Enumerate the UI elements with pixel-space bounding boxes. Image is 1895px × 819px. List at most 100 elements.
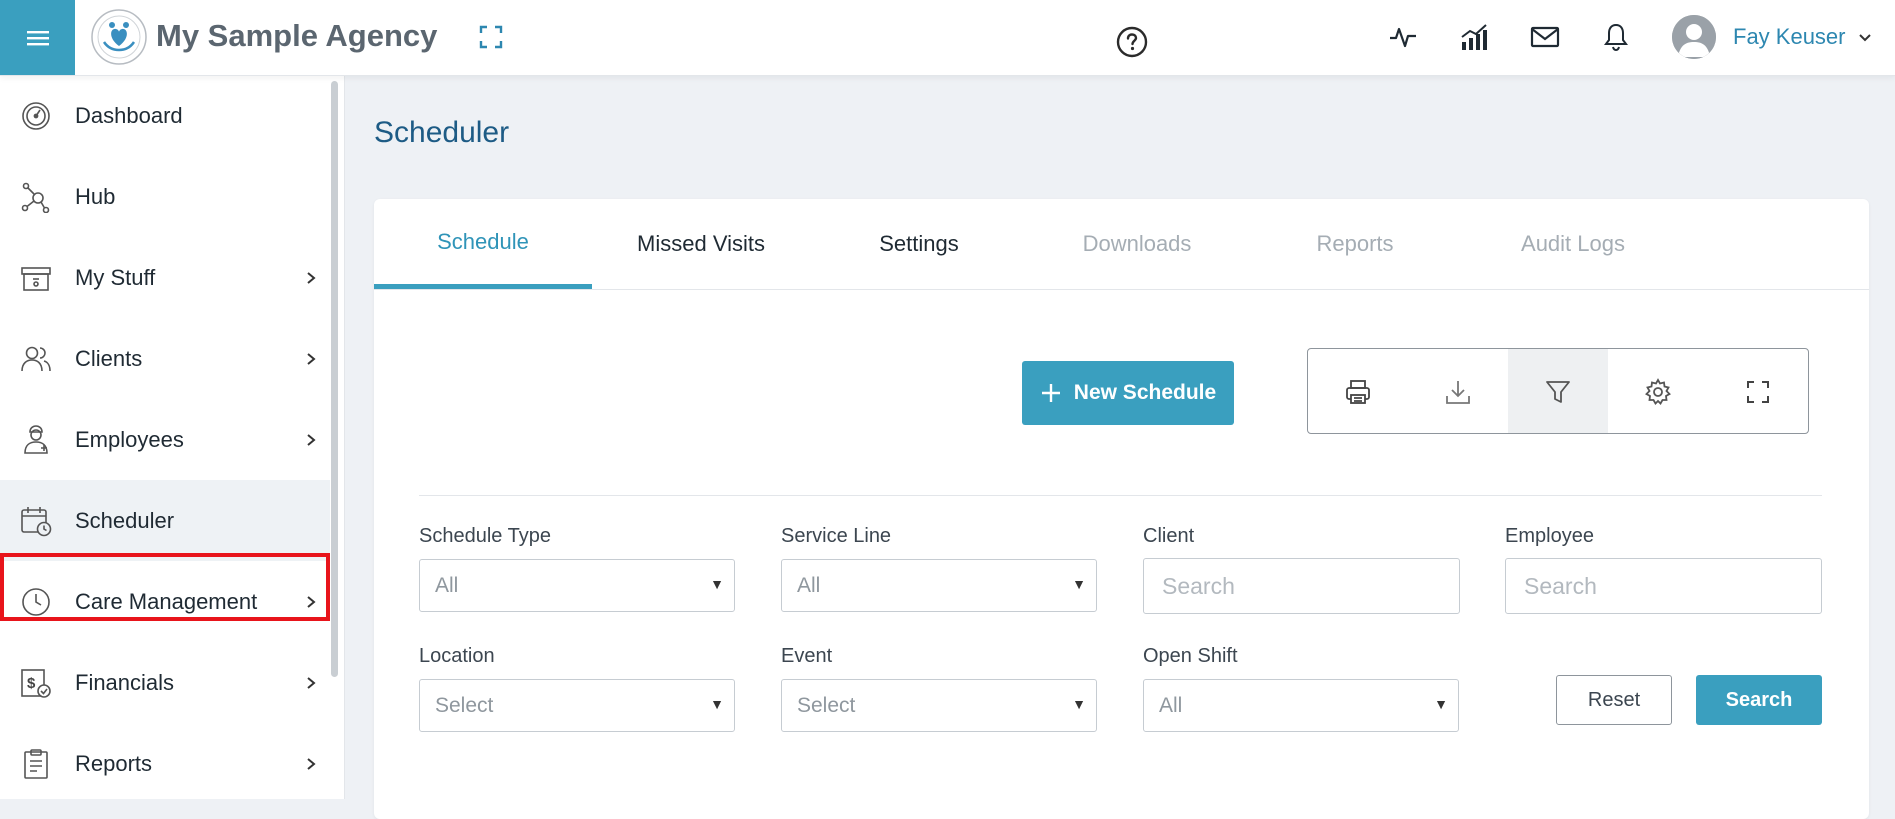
- chevron-right-icon: [307, 352, 316, 365]
- caret-down-icon: ▼: [710, 576, 724, 592]
- fullscreen-button[interactable]: [1708, 349, 1808, 433]
- client-label: Client: [1143, 525, 1195, 547]
- tab-bar: Schedule Missed Visits Settings Download…: [374, 199, 1869, 290]
- sidebar-item-hub[interactable]: Hub: [0, 156, 330, 237]
- chevron-right-icon: [307, 757, 316, 770]
- tab-settings[interactable]: Settings: [810, 199, 1028, 289]
- mail-icon[interactable]: [1530, 22, 1560, 52]
- filter-button[interactable]: [1508, 349, 1608, 433]
- open-shift-select[interactable]: All ▼: [1143, 679, 1459, 732]
- open-shift-value: All: [1159, 693, 1183, 717]
- hub-icon: [21, 182, 50, 213]
- expand-icon[interactable]: [478, 24, 504, 50]
- caret-down-icon: ▼: [1072, 576, 1086, 592]
- chevron-right-icon: [307, 676, 316, 689]
- inbox-box-icon: [21, 266, 51, 291]
- download-button[interactable]: [1408, 349, 1508, 433]
- sidebar-item-financials[interactable]: $ Financials: [0, 642, 330, 723]
- sidebar-item-employees[interactable]: Employees: [0, 399, 330, 480]
- open-shift-label: Open Shift: [1143, 645, 1238, 667]
- sidebar-item-label: Financials: [75, 669, 175, 695]
- tab-schedule[interactable]: Schedule: [374, 199, 592, 289]
- sidebar-item-label: My Stuff: [75, 264, 156, 290]
- clipboard-icon: [24, 748, 48, 779]
- sidebar-item-scheduler[interactable]: Scheduler: [0, 480, 330, 561]
- help-icon[interactable]: [1116, 26, 1148, 58]
- schedule-type-value: All: [435, 573, 459, 597]
- section-divider: [419, 495, 1822, 496]
- notification-bell-icon[interactable]: [1601, 22, 1631, 52]
- location-value: Select: [435, 693, 494, 717]
- agency-name: My Sample Agency: [156, 18, 438, 53]
- sidebar-item-reports[interactable]: Reports: [0, 723, 330, 799]
- sidebar-item-label: Dashboard: [75, 102, 183, 128]
- top-bar: My Sample Agency Fay Keuser: [0, 0, 1895, 76]
- caret-down-icon: ▼: [1072, 696, 1086, 712]
- sidebar-item-my-stuff[interactable]: My Stuff: [0, 237, 330, 318]
- settings-button[interactable]: [1608, 349, 1708, 433]
- new-schedule-button[interactable]: New Schedule: [1022, 361, 1234, 425]
- toolbar-group: [1307, 348, 1809, 434]
- client-search-input[interactable]: [1143, 558, 1460, 614]
- sidebar-scrollbar[interactable]: [331, 81, 338, 677]
- activity-icon[interactable]: [1388, 22, 1418, 52]
- dashboard-gauge-icon: [22, 101, 50, 130]
- location-label: Location: [419, 645, 495, 667]
- chevron-right-icon: [307, 433, 316, 446]
- employee-search-input[interactable]: [1505, 558, 1822, 614]
- sidebar-item-care-management[interactable]: Care Management: [0, 561, 330, 642]
- event-select[interactable]: Select ▼: [781, 679, 1097, 732]
- sidebar-item-label: Employees: [75, 426, 184, 452]
- print-icon: [1346, 380, 1370, 404]
- location-select[interactable]: Select ▼: [419, 679, 735, 732]
- calendar-clock-icon: [21, 506, 52, 536]
- new-schedule-label: New Schedule: [1073, 381, 1217, 404]
- tab-audit-logs[interactable]: Audit Logs: [1464, 199, 1682, 289]
- service-line-select[interactable]: All ▼: [781, 559, 1097, 612]
- tab-missed-visits[interactable]: Missed Visits: [592, 199, 810, 289]
- chevron-right-icon: [307, 271, 316, 284]
- gear-icon: [1645, 378, 1671, 405]
- reset-button[interactable]: Reset: [1556, 675, 1672, 725]
- employee-label: Employee: [1505, 525, 1594, 547]
- print-button[interactable]: [1308, 349, 1408, 433]
- service-line-label: Service Line: [781, 525, 892, 547]
- sidebar-item-clients[interactable]: Clients: [0, 318, 330, 399]
- service-line-value: All: [797, 573, 821, 597]
- sidebar-item-dashboard[interactable]: Dashboard: [0, 75, 330, 156]
- sidebar-item-label: Care Management: [75, 588, 258, 614]
- caret-down-icon: ▼: [1434, 696, 1448, 712]
- users-icon: [21, 346, 51, 371]
- schedule-type-label: Schedule Type: [419, 525, 551, 547]
- event-value: Select: [797, 693, 856, 717]
- tab-reports[interactable]: Reports: [1246, 199, 1464, 289]
- financials-icon: $: [21, 668, 51, 698]
- employee-icon: [24, 424, 48, 454]
- user-name[interactable]: Fay Keuser: [1733, 24, 1846, 50]
- fullscreen-icon: [1747, 381, 1769, 403]
- scheduler-card: Schedule Missed Visits Settings Download…: [374, 199, 1869, 819]
- page-title: Scheduler: [374, 116, 510, 149]
- download-icon: [1446, 381, 1470, 404]
- svg-text:$: $: [27, 675, 36, 692]
- tab-downloads[interactable]: Downloads: [1028, 199, 1246, 289]
- sidebar-item-label: Scheduler: [75, 507, 175, 533]
- filter-icon: [1546, 381, 1570, 403]
- hamburger-icon: [26, 30, 49, 45]
- caret-down-icon: ▼: [710, 696, 724, 712]
- clock-icon: [22, 587, 50, 616]
- analytics-chart-icon[interactable]: [1459, 22, 1489, 52]
- search-button[interactable]: Search: [1696, 675, 1822, 725]
- chevron-right-icon: [307, 595, 316, 608]
- agency-logo-icon: [90, 8, 148, 66]
- chevron-down-icon[interactable]: [1857, 30, 1873, 46]
- user-avatar[interactable]: [1672, 15, 1716, 59]
- sidebar: Dashboard Hub My Stuff Clients Employees: [0, 75, 345, 799]
- event-label: Event: [781, 645, 833, 667]
- sidebar-item-label: Hub: [75, 183, 116, 209]
- sidebar-item-label: Reports: [75, 750, 153, 776]
- schedule-type-select[interactable]: All ▼: [419, 559, 735, 612]
- sidebar-item-label: Clients: [75, 345, 143, 371]
- menu-toggle-button[interactable]: [0, 0, 75, 75]
- plus-icon: [1041, 384, 1060, 402]
